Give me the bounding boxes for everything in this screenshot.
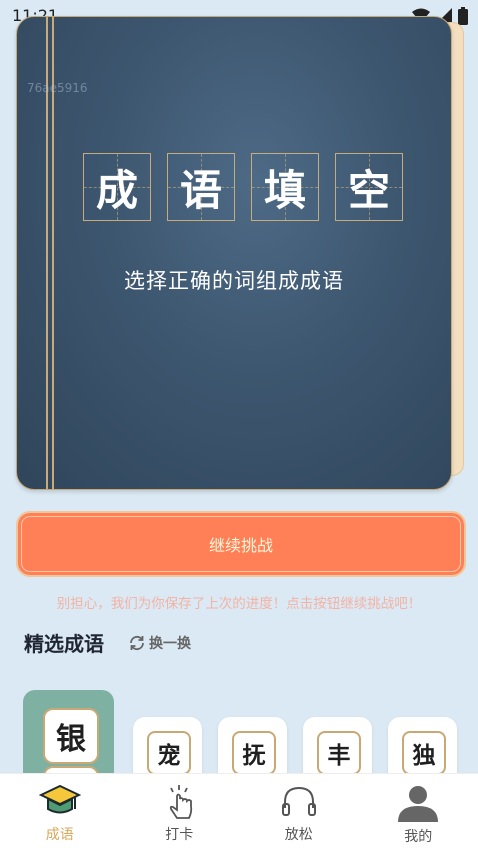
nav-item-mine[interactable]: 我的 [359, 774, 478, 851]
title-char-cell: 填 [251, 153, 319, 221]
nav-label: 我的 [404, 826, 432, 846]
continue-challenge-label: 继续挑战 [209, 532, 273, 556]
idiom-char: 抚 [243, 736, 266, 770]
refresh-label: 换一换 [149, 633, 191, 653]
tap-hand-icon [159, 782, 199, 820]
idiom-char-tile: 丰 [317, 731, 361, 775]
user-icon [396, 782, 440, 822]
nav-item-idioms[interactable]: 成语 [0, 774, 120, 851]
graduation-cap-icon [39, 782, 81, 820]
headphones-icon [279, 782, 319, 820]
watermark-text: 76ae5916 [27, 81, 88, 95]
bottom-nav: 成语 打卡 放松 我的 [0, 773, 478, 851]
idiom-char: 丰 [328, 736, 351, 770]
title-char: 成 [96, 157, 138, 218]
nav-label: 成语 [46, 824, 74, 844]
title-char-cell: 语 [167, 153, 235, 221]
title-char: 空 [348, 157, 390, 218]
idiom-char-tile: 独 [402, 731, 446, 775]
idiom-char: 宠 [158, 736, 181, 770]
title-char: 语 [180, 157, 222, 218]
nav-label: 放松 [285, 824, 313, 844]
idiom-char-tile: 宠 [147, 731, 191, 775]
featured-idioms-title: 精选成语 [24, 628, 104, 657]
title-char: 填 [264, 157, 306, 218]
nav-item-checkin[interactable]: 打卡 [120, 774, 240, 851]
idiom-char-tile: 抚 [232, 731, 276, 775]
progress-hint: 别担心，我们为你保存了上次的进度！点击按钮继续挑战吧！ [0, 592, 478, 612]
refresh-button[interactable]: 换一换 [128, 633, 191, 653]
book-subtitle: 选择正确的词组成成语 [17, 265, 451, 295]
title-char-cell: 成 [83, 153, 151, 221]
idiom-char: 独 [413, 736, 436, 770]
nav-item-relax[interactable]: 放松 [239, 774, 359, 851]
nav-label: 打卡 [165, 824, 193, 844]
battery-icon [458, 7, 468, 25]
idiom-char-tile: 银 [43, 708, 99, 764]
idiom-char: 银 [56, 714, 86, 758]
idiom-fill-book-card[interactable]: 76ae5916 成 语 填 空 选择正确的词组成成语 [16, 16, 452, 490]
refresh-icon [128, 634, 146, 652]
book-title: 成 语 填 空 [83, 153, 403, 221]
title-char-cell: 空 [335, 153, 403, 221]
continue-challenge-button[interactable]: 继续挑战 [16, 511, 466, 577]
